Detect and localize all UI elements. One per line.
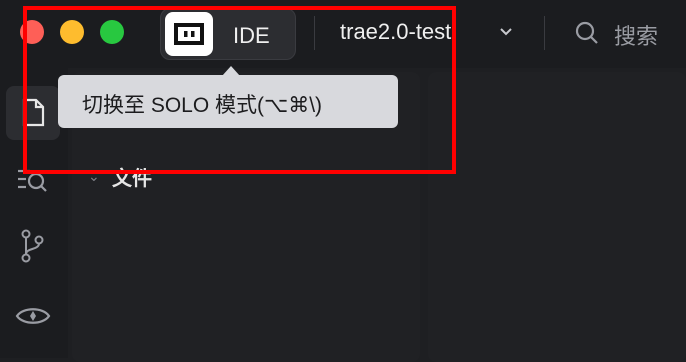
close-window-button[interactable] bbox=[20, 20, 44, 44]
zoom-window-button[interactable] bbox=[100, 20, 124, 44]
files-icon bbox=[22, 98, 45, 127]
title-bar: IDE trae2.0-test 搜索 bbox=[0, 0, 686, 68]
search-list-icon bbox=[18, 169, 47, 192]
activity-files[interactable] bbox=[6, 86, 60, 140]
search-icon[interactable] bbox=[574, 20, 600, 46]
mode-switch-button[interactable]: IDE bbox=[160, 8, 296, 60]
mode-label: IDE bbox=[233, 23, 270, 48]
editor-area bbox=[428, 72, 686, 362]
divider bbox=[544, 16, 545, 50]
chevron-down-icon[interactable]: ⌄ bbox=[88, 168, 100, 185]
source-control-icon bbox=[21, 229, 44, 263]
divider bbox=[314, 16, 315, 50]
activity-preview[interactable] bbox=[6, 289, 60, 343]
activity-source-control[interactable] bbox=[6, 220, 60, 274]
search-label[interactable]: 搜索 bbox=[614, 19, 658, 51]
trae-logo-icon bbox=[165, 12, 213, 56]
chevron-down-icon[interactable] bbox=[498, 24, 514, 40]
project-name[interactable]: trae2.0-test bbox=[340, 19, 451, 45]
minimize-window-button[interactable] bbox=[60, 20, 84, 44]
mode-switch-tooltip: 切换至 SOLO 模式(⌥⌘\) bbox=[58, 75, 398, 128]
files-section-title[interactable]: 文件 bbox=[112, 162, 152, 191]
tooltip-text: 切换至 SOLO 模式(⌥⌘\) bbox=[82, 94, 323, 117]
preview-eye-icon bbox=[15, 308, 51, 324]
activity-search[interactable] bbox=[6, 154, 60, 208]
